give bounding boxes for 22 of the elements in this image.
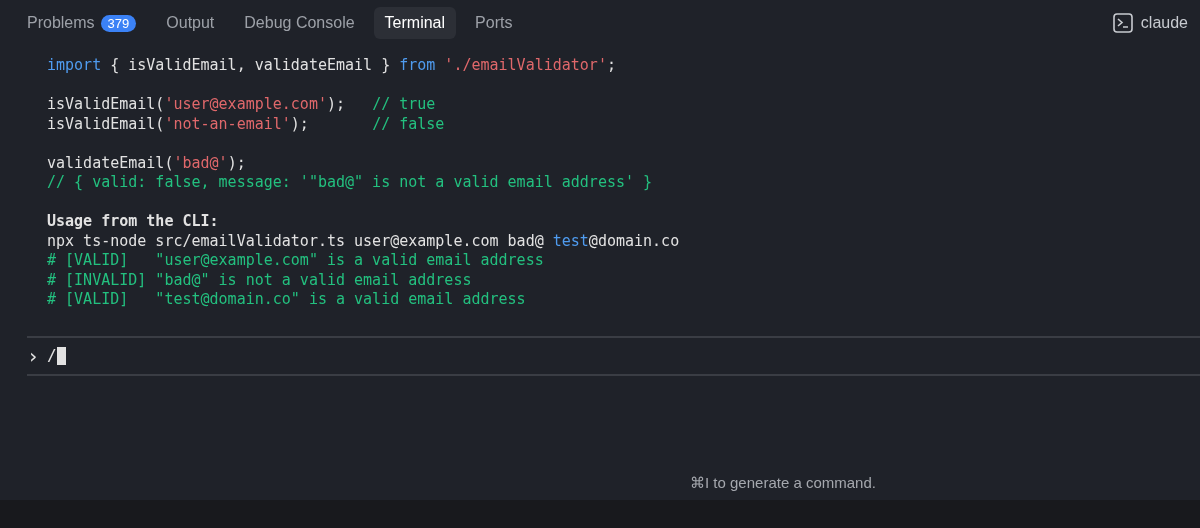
panel-tab[interactable]: Debug Console <box>233 7 366 39</box>
output-line: Usage from the CLI: <box>47 212 220 232</box>
output-line: # [VALID] "user@example.com" is a valid email address <box>47 251 545 271</box>
output-line: // { valid: false, message: '"bad@" is not a valid email address' } <box>47 173 654 193</box>
terminal-selector[interactable]: claude <box>1112 11 1188 35</box>
hint-text: ⌘I to generate a command. <box>689 472 876 493</box>
prompt-symbol: › <box>27 342 40 370</box>
panel-tab[interactable]: Ports <box>464 7 524 39</box>
output-line: import { isValidEmail, validateEmail } from './emailValidator'; <box>47 56 617 76</box>
panel-tab[interactable]: Terminal <box>373 7 457 39</box>
problem-count-badge: 379 <box>100 15 137 32</box>
panel-tab[interactable]: Problems 379 <box>16 7 148 39</box>
output-line: validateEmail('bad@'); <box>47 153 247 173</box>
text-cursor <box>56 346 66 365</box>
output-line: isValidEmail('not-an-email'); // false <box>47 114 446 134</box>
panel-tab[interactable]: Output <box>155 7 226 39</box>
output-line: # [VALID] "test@domain.co" is a valid email address <box>47 290 527 310</box>
output-line: npx ts-node src/emailValidator.ts user@example.com bad@ test@domain.co <box>47 231 681 251</box>
output-line: isValidEmail('user@example.com'); // true <box>47 95 437 115</box>
output-line: # [INVALID] "bad@" is not a valid email address <box>47 270 473 290</box>
prompt-input[interactable]: / <box>47 343 57 368</box>
terminal-icon <box>1112 13 1133 33</box>
